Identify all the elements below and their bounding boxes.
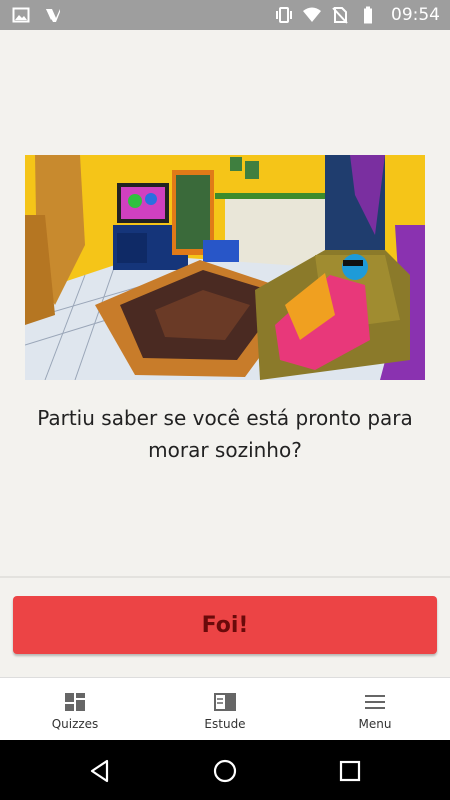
status-left <box>12 6 62 24</box>
quiz-intro: Partiu saber se você está pronto para mo… <box>0 30 450 576</box>
back-icon[interactable] <box>87 758 113 784</box>
nav-item-estude[interactable]: Estude <box>150 678 300 740</box>
living-room-illustration <box>25 155 425 380</box>
nav-label-quizzes: Quizzes <box>51 717 99 731</box>
app-notification-icon <box>46 9 60 22</box>
status-bar: 09:54 <box>0 0 450 30</box>
nav-item-quizzes[interactable]: Quizzes <box>0 678 150 740</box>
status-right: 09:54 <box>275 5 440 25</box>
start-quiz-button[interactable]: Foi! <box>13 596 437 654</box>
no-sim-icon <box>332 7 348 24</box>
system-navigation-bar <box>0 740 450 800</box>
nav-label-estude: Estude <box>204 717 246 731</box>
nav-label-menu: Menu <box>358 717 392 731</box>
home-icon[interactable] <box>212 758 238 784</box>
vibrate-icon <box>276 7 292 23</box>
book-icon <box>214 693 236 711</box>
quiz-question: Partiu saber se você está pronto para mo… <box>37 406 413 462</box>
grid-icon <box>65 693 85 711</box>
wifi-icon <box>303 7 321 22</box>
clock: 09:54 <box>391 5 440 25</box>
hamburger-icon <box>365 695 385 709</box>
recents-icon[interactable] <box>337 758 363 784</box>
battery-icon <box>364 6 372 24</box>
action-area: Foi! <box>0 578 450 676</box>
image-icon <box>12 7 30 23</box>
bottom-navigation: Quizzes Estude Menu <box>0 677 450 740</box>
nav-item-menu[interactable]: Menu <box>300 678 450 740</box>
